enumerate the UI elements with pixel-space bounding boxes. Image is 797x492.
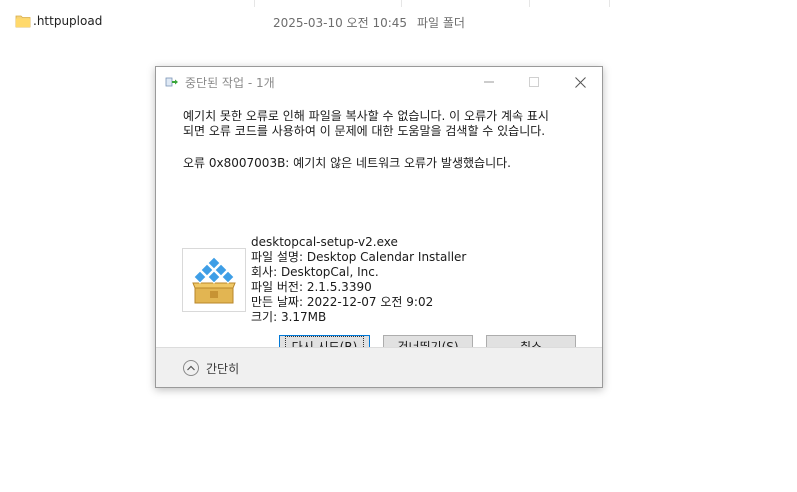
file-details-version: 파일 버전: 2.1.5.3390 <box>251 280 372 294</box>
minimize-button[interactable] <box>466 67 512 97</box>
file-details-created: 만든 날짜: 2022-12-07 오전 9:02 <box>251 295 434 309</box>
column-separator <box>401 0 402 7</box>
minimize-icon <box>484 81 494 83</box>
error-code: 오류 0x8007003B: 예기치 않은 네트워크 오류가 발생했습니다. <box>183 156 511 170</box>
close-icon <box>574 76 586 88</box>
file-type: 파일 폴더 <box>417 16 465 30</box>
interrupted-action-dialog: 중단된 작업 - 1개 예기치 못한 오류로 인해 파일을 복사할 수 없습니다… <box>155 66 603 388</box>
file-name: .httpupload <box>33 14 103 28</box>
error-message-line: 예기치 못한 오류로 인해 파일을 복사할 수 없습니다. 이 오류가 계속 표… <box>183 109 549 123</box>
copy-progress-icon <box>165 77 178 87</box>
file-details-size: 크기: 3.17MB <box>251 310 327 324</box>
title-bar[interactable]: 중단된 작업 - 1개 <box>156 67 602 97</box>
maximize-icon <box>529 77 539 87</box>
column-separator <box>254 0 255 7</box>
file-details-company: 회사: DesktopCal, Inc. <box>251 265 379 279</box>
file-details: desktopcal-setup-v2.exe 파일 설명: Desktop C… <box>251 235 466 325</box>
dialog-content: 예기치 못한 오류로 인해 파일을 복사할 수 없습니다. 이 오류가 계속 표… <box>156 97 602 358</box>
maximize-button[interactable] <box>511 67 557 97</box>
error-message: 예기치 못한 오류로 인해 파일을 복사할 수 없습니다. 이 오류가 계속 표… <box>183 109 583 139</box>
chevron-up-icon[interactable] <box>183 360 199 376</box>
close-button[interactable] <box>557 67 603 97</box>
file-thumbnail <box>182 248 246 312</box>
column-separator <box>529 0 530 7</box>
fewer-details-toggle[interactable]: 간단히 <box>206 360 239 377</box>
file-modified-date: 2025-03-10 오전 10:45 <box>273 16 408 30</box>
dialog-footer: 간단히 <box>156 347 602 387</box>
file-details-name: desktopcal-setup-v2.exe <box>251 235 398 249</box>
error-message-line: 되면 오류 코드를 사용하여 이 문제에 대한 도움말을 검색할 수 있습니다. <box>183 124 546 138</box>
column-separator <box>609 0 610 7</box>
file-list-row[interactable]: .httpupload 2025-03-10 오전 10:45 파일 폴더 <box>0 10 797 34</box>
installer-package-icon <box>192 256 236 304</box>
dialog-title: 중단된 작업 - 1개 <box>185 76 275 90</box>
file-details-description: 파일 설명: Desktop Calendar Installer <box>251 250 467 264</box>
folder-icon <box>15 15 31 28</box>
